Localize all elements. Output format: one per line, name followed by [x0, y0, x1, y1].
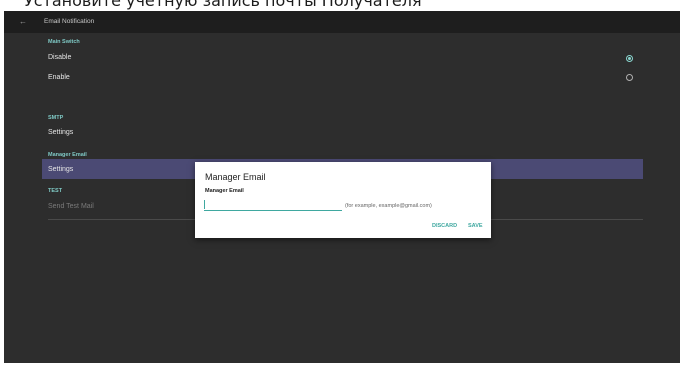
option-enable-label[interactable]: Enable [48, 74, 70, 81]
dialog-hint: (for example, example@gmail.com) [345, 203, 432, 209]
app-bar-title: Email Notification [44, 18, 95, 25]
smtp-header: SMTP [48, 115, 64, 121]
test-header: TEST [48, 188, 63, 194]
main-switch-header: Main Switch [48, 39, 80, 45]
app-bar: ← Email Notification [4, 11, 680, 33]
back-arrow-icon[interactable]: ← [19, 11, 27, 33]
smtp-settings-item[interactable]: Settings [48, 129, 73, 136]
dialog-field-label: Manager Email [205, 188, 244, 194]
enable-radio-icon[interactable] [626, 74, 633, 81]
dialog-title: Manager Email [205, 172, 266, 182]
manager-email-input[interactable] [204, 198, 342, 211]
page-caption: Установите учетную запись почты Получате… [24, 0, 422, 10]
option-disable-label[interactable]: Disable [48, 54, 71, 61]
manager-email-dialog: Manager Email Manager Email (for example… [195, 162, 491, 238]
discard-button[interactable]: DISCARD [432, 223, 457, 229]
save-button[interactable]: SAVE [468, 223, 483, 229]
send-test-mail-item[interactable]: Send Test Mail [48, 203, 94, 210]
manager-email-settings-item[interactable]: Settings [48, 166, 73, 173]
disable-radio-icon[interactable] [626, 55, 633, 62]
manager-email-header: Manager Email [48, 152, 87, 158]
text-cursor [204, 200, 205, 209]
